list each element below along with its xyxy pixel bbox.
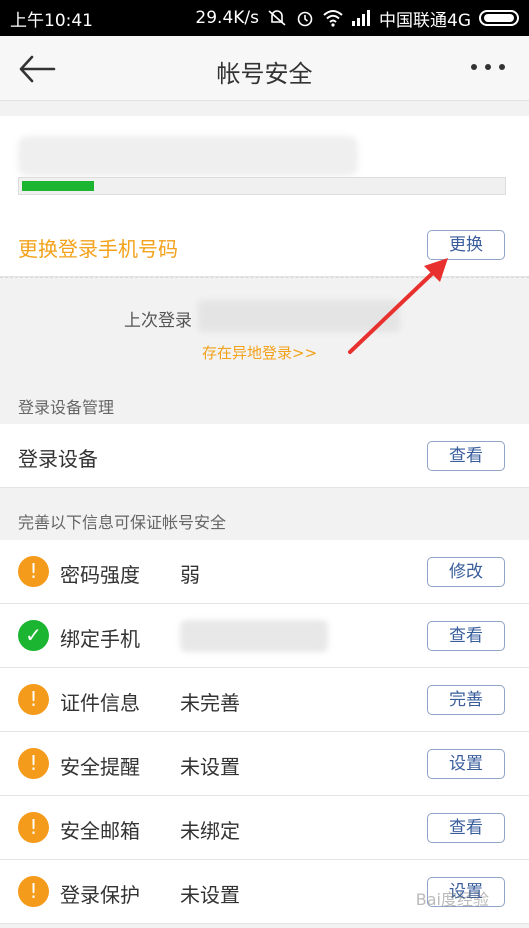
warning-icon: ! (18, 556, 49, 587)
item-label: 安全邮箱 (60, 819, 140, 843)
app-header: 帐号安全 (0, 36, 529, 101)
security-item-phone[interactable]: ✓ 绑定手机 查看 (0, 604, 529, 668)
account-summary-card (0, 116, 529, 213)
signal-icon (352, 10, 370, 26)
abnormal-login-link[interactable]: 存在异地登录>> (202, 342, 317, 363)
security-item-id[interactable]: ! 证件信息 未完善 完善 (0, 668, 529, 732)
view-email-button[interactable]: 查看 (427, 813, 505, 843)
login-device-label: 登录设备 (18, 447, 98, 471)
dot (499, 64, 505, 70)
warning-icon: ! (18, 684, 49, 715)
security-level-bar (18, 177, 506, 195)
device-section-title: 登录设备管理 (18, 398, 115, 417)
watermark: Bai度经验 (415, 890, 489, 909)
item-value: 弱 (180, 563, 200, 587)
blurred-phone-number (180, 620, 328, 652)
blurred-account-name (18, 136, 358, 176)
warning-icon: ! (18, 748, 49, 779)
status-bar: 上午10:41 29.4K/s 中国联通4G (0, 0, 529, 36)
network-speed: 29.4K/s (195, 8, 259, 28)
item-value: 未绑定 (180, 819, 240, 843)
security-section-title: 完善以下信息可保证帐号安全 (18, 513, 227, 532)
security-item-password[interactable]: ! 密码强度 弱 修改 (0, 540, 529, 604)
login-device-row: 登录设备 查看 (0, 424, 529, 488)
more-dots-icon[interactable] (471, 64, 505, 74)
complete-id-button[interactable]: 完善 (427, 685, 505, 715)
set-reminder-button[interactable]: 设置 (427, 749, 505, 779)
security-item-email[interactable]: ! 安全邮箱 未绑定 查看 (0, 796, 529, 860)
warning-icon: ! (18, 876, 49, 907)
mute-icon (268, 10, 286, 26)
page-title: 帐号安全 (216, 60, 313, 88)
last-login-label: 上次登录 (124, 311, 192, 331)
item-label: 证件信息 (60, 691, 140, 715)
view-phone-button[interactable]: 查看 (427, 621, 505, 651)
status-time: 上午10:41 (10, 10, 93, 31)
view-devices-button[interactable]: 查看 (427, 441, 505, 471)
dot (471, 64, 477, 70)
warning-icon: ! (18, 812, 49, 843)
carrier-name: 中国联通4G (379, 10, 471, 31)
item-value: 未完善 (180, 691, 240, 715)
battery-icon (479, 10, 519, 26)
check-icon: ✓ (18, 620, 49, 651)
item-label: 绑定手机 (60, 627, 140, 651)
item-value: 未设置 (180, 883, 240, 907)
item-label: 登录保护 (60, 883, 140, 907)
modify-password-button[interactable]: 修改 (427, 557, 505, 587)
item-value: 未设置 (180, 755, 240, 779)
item-label: 密码强度 (60, 563, 140, 587)
alarm-icon (297, 11, 313, 27)
status-right-group: 29.4K/s 中国联通4G (195, 6, 519, 31)
item-label: 安全提醒 (60, 755, 140, 779)
dot (485, 64, 491, 70)
change-phone-label: 更换登录手机号码 (18, 237, 178, 261)
annotation-arrow-icon (348, 258, 448, 354)
security-level-fill (22, 181, 94, 191)
wifi-icon (323, 10, 343, 27)
security-item-reminder[interactable]: ! 安全提醒 未设置 设置 (0, 732, 529, 796)
